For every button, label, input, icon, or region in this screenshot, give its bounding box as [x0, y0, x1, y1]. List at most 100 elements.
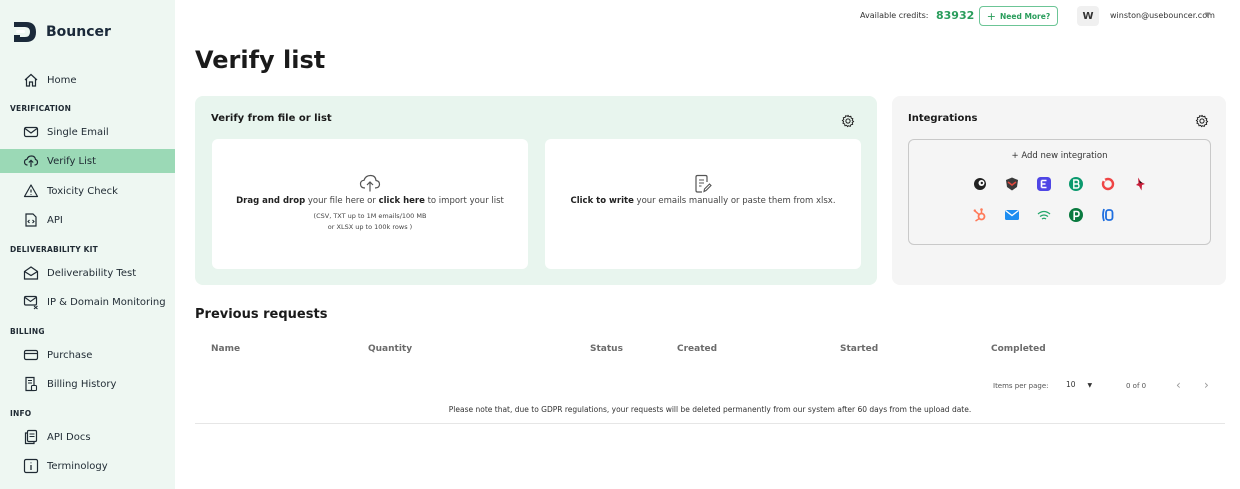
user-email[interactable]: winston@usebouncer.com — [1110, 11, 1215, 20]
chevron-down-icon[interactable]: ▼ — [1205, 11, 1210, 19]
sidebar-item-label: Verify List — [47, 155, 97, 167]
home-icon — [22, 72, 39, 89]
divider — [195, 423, 1225, 424]
column-header-name[interactable]: Name — [211, 344, 240, 354]
integrations-card: Integrations + Add new integration — [892, 96, 1226, 285]
documents-icon — [22, 429, 39, 446]
sidebar-item-verify-list[interactable]: Verify List — [0, 149, 175, 173]
file-drop-zone[interactable]: Drag and drop your file here or click he… — [212, 139, 528, 269]
bouncer-logo-icon — [14, 22, 36, 42]
email-service-icon[interactable] — [1003, 206, 1021, 224]
mail-open-icon — [22, 265, 39, 282]
mail-monitor-icon — [22, 294, 39, 311]
avatar[interactable]: W — [1077, 6, 1099, 26]
need-more-button[interactable]: + Need More? — [979, 6, 1058, 26]
cloud-upload-icon — [359, 174, 381, 192]
upload-bold-click: click here — [378, 196, 425, 206]
write-text: your emails manually or paste them from … — [633, 196, 836, 206]
need-more-label: Need More? — [1000, 11, 1051, 21]
campaign-monitor-icon[interactable] — [1003, 175, 1021, 193]
items-per-page-select[interactable]: 10 ▼ — [1066, 380, 1092, 389]
sidebar-item-label: Purchase — [47, 349, 93, 361]
page-title: Verify list — [195, 46, 326, 74]
upload-limits-line-1: (CSV, TXT up to 1M emails/100 MB — [313, 212, 427, 220]
sidebar-item-label: Home — [47, 74, 77, 86]
sidebar-item-label: API Docs — [47, 431, 91, 443]
gdpr-notice: Please note that, due to GDPR regulation… — [448, 405, 972, 414]
sidebar-item-label: API — [47, 214, 63, 226]
pipedrive-icon[interactable] — [1067, 206, 1085, 224]
upload-text-1: your file here or — [305, 196, 379, 206]
info-icon — [22, 458, 39, 475]
sidebar-item-ip-domain-monitoring[interactable]: IP & Domain Monitoring — [0, 290, 175, 314]
warning-icon — [22, 183, 39, 200]
top-bar: Available credits: 83932 + Need More? W … — [175, 0, 1240, 34]
sidebar-item-single-email[interactable]: Single Email — [0, 120, 175, 144]
gear-icon[interactable] — [841, 114, 855, 128]
section-deliverability-kit: DELIVERABILITY KIT — [10, 245, 98, 254]
column-header-created[interactable]: Created — [677, 344, 717, 354]
mailchimp-icon[interactable] — [971, 175, 989, 193]
sidebar-item-api[interactable]: API — [0, 208, 175, 232]
brand-logo[interactable]: Bouncer — [10, 18, 111, 46]
column-header-started[interactable]: Started — [840, 344, 878, 354]
caret-down-icon: ▼ — [1087, 382, 1093, 389]
sidebar-item-label: Terminology — [47, 460, 108, 472]
credits-value: 83932 — [936, 9, 975, 22]
upload-text-2: to import your list — [424, 196, 504, 206]
sidebar-item-purchase[interactable]: Purchase — [0, 343, 175, 367]
sidebar-item-home[interactable]: Home — [0, 68, 175, 92]
sidebar-item-label: IP & Domain Monitoring — [47, 296, 166, 308]
sidebar-item-api-docs[interactable]: API Docs — [0, 425, 175, 449]
credit-card-icon — [22, 347, 39, 364]
page-range: 0 of 0 — [1126, 382, 1147, 390]
verify-card-title: Verify from file or list — [211, 113, 332, 124]
sidebar-item-billing-history[interactable]: Billing History — [0, 372, 175, 396]
gear-icon[interactable] — [1195, 114, 1209, 128]
sidebar-item-terminology[interactable]: Terminology — [0, 454, 175, 478]
upload-limits-line-2: or XLSX up to 100k rows ) — [327, 223, 413, 231]
cloud-upload-icon — [22, 153, 39, 170]
items-per-page-value: 10 — [1066, 380, 1076, 389]
section-billing: BILLING — [10, 327, 45, 336]
verify-card: Verify from file or list Drag and drop y… — [195, 96, 877, 285]
integrations-box: + Add new integration — [908, 139, 1211, 245]
elastic-email-icon[interactable] — [1035, 175, 1053, 193]
sidebar-item-label: Billing History — [47, 378, 117, 390]
hubspot-icon[interactable] — [971, 206, 989, 224]
integrations-title: Integrations — [908, 113, 978, 124]
app: Bouncer Home VERIFICATION Single Email V… — [0, 0, 1240, 489]
wifi-icon[interactable] — [1035, 206, 1053, 224]
sidebar-item-label: Single Email — [47, 126, 109, 138]
column-header-quantity[interactable]: Quantity — [368, 344, 412, 354]
activecampaign-icon[interactable] — [1099, 175, 1117, 193]
write-bold: Click to write — [570, 196, 634, 206]
sidebar-item-label: Toxicity Check — [47, 185, 118, 197]
previous-page-icon[interactable]: ‹ — [1176, 378, 1181, 392]
upload-bold-drag: Drag and drop — [236, 196, 306, 206]
column-header-status[interactable]: Status — [590, 344, 623, 354]
edit-note-icon — [695, 174, 712, 193]
add-integration-button[interactable]: + Add new integration — [909, 151, 1210, 161]
brand-name: Bouncer — [46, 24, 111, 40]
section-verification: VERIFICATION — [10, 104, 72, 113]
write-emails-box[interactable]: Click to write your emails manually or p… — [545, 139, 861, 269]
section-info: INFO — [10, 409, 32, 418]
code-file-icon — [22, 212, 39, 229]
convertkit-icon[interactable] — [1099, 206, 1117, 224]
sidebar-item-deliverability-test[interactable]: Deliverability Test — [0, 261, 175, 285]
credits-label: Available credits: — [860, 11, 929, 20]
cardinal-icon[interactable] — [1131, 175, 1149, 193]
sidebar-item-label: Deliverability Test — [47, 267, 137, 279]
envelope-icon — [22, 124, 39, 141]
sidebar-item-toxicity-check[interactable]: Toxicity Check — [0, 179, 175, 203]
previous-requests-title: Previous requests — [195, 307, 328, 322]
write-instructions: Click to write your emails manually or p… — [545, 196, 861, 206]
brevo-icon[interactable] — [1067, 175, 1085, 193]
items-per-page-label: Items per page: — [993, 382, 1049, 390]
upload-instructions: Drag and drop your file here or click he… — [212, 196, 528, 206]
column-header-completed[interactable]: Completed — [991, 344, 1046, 354]
receipt-icon — [22, 376, 39, 393]
next-page-icon[interactable]: › — [1204, 378, 1209, 392]
sidebar: Bouncer Home VERIFICATION Single Email V… — [0, 0, 175, 489]
